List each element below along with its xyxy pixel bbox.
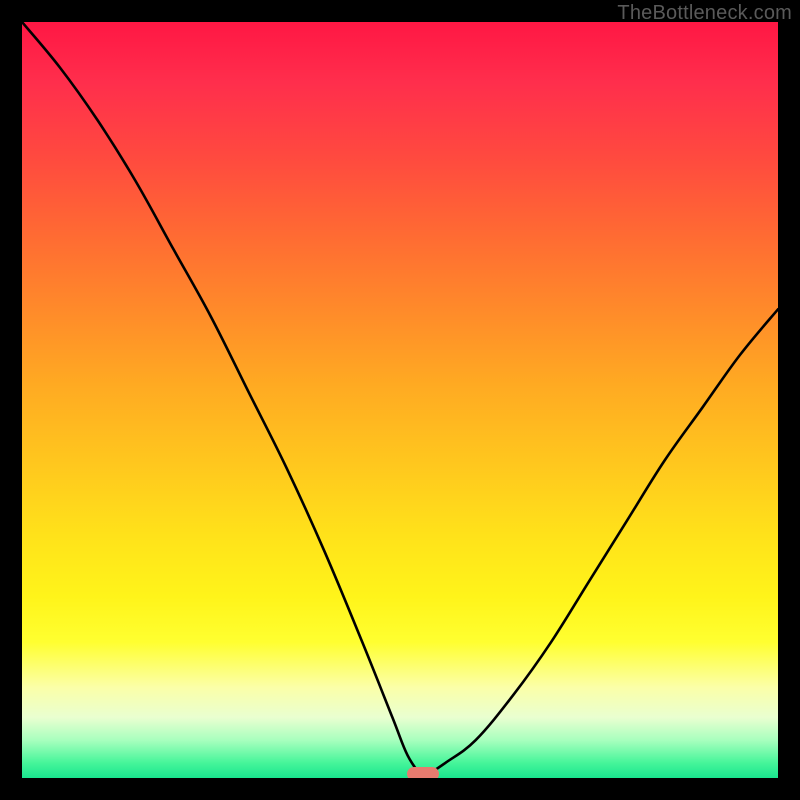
- bottleneck-curve: [22, 22, 778, 778]
- minimum-marker: [407, 767, 439, 778]
- chart-frame: TheBottleneck.com: [0, 0, 800, 800]
- curve-right-branch: [423, 309, 778, 778]
- plot-area: [22, 22, 778, 778]
- curve-left-branch: [22, 22, 423, 778]
